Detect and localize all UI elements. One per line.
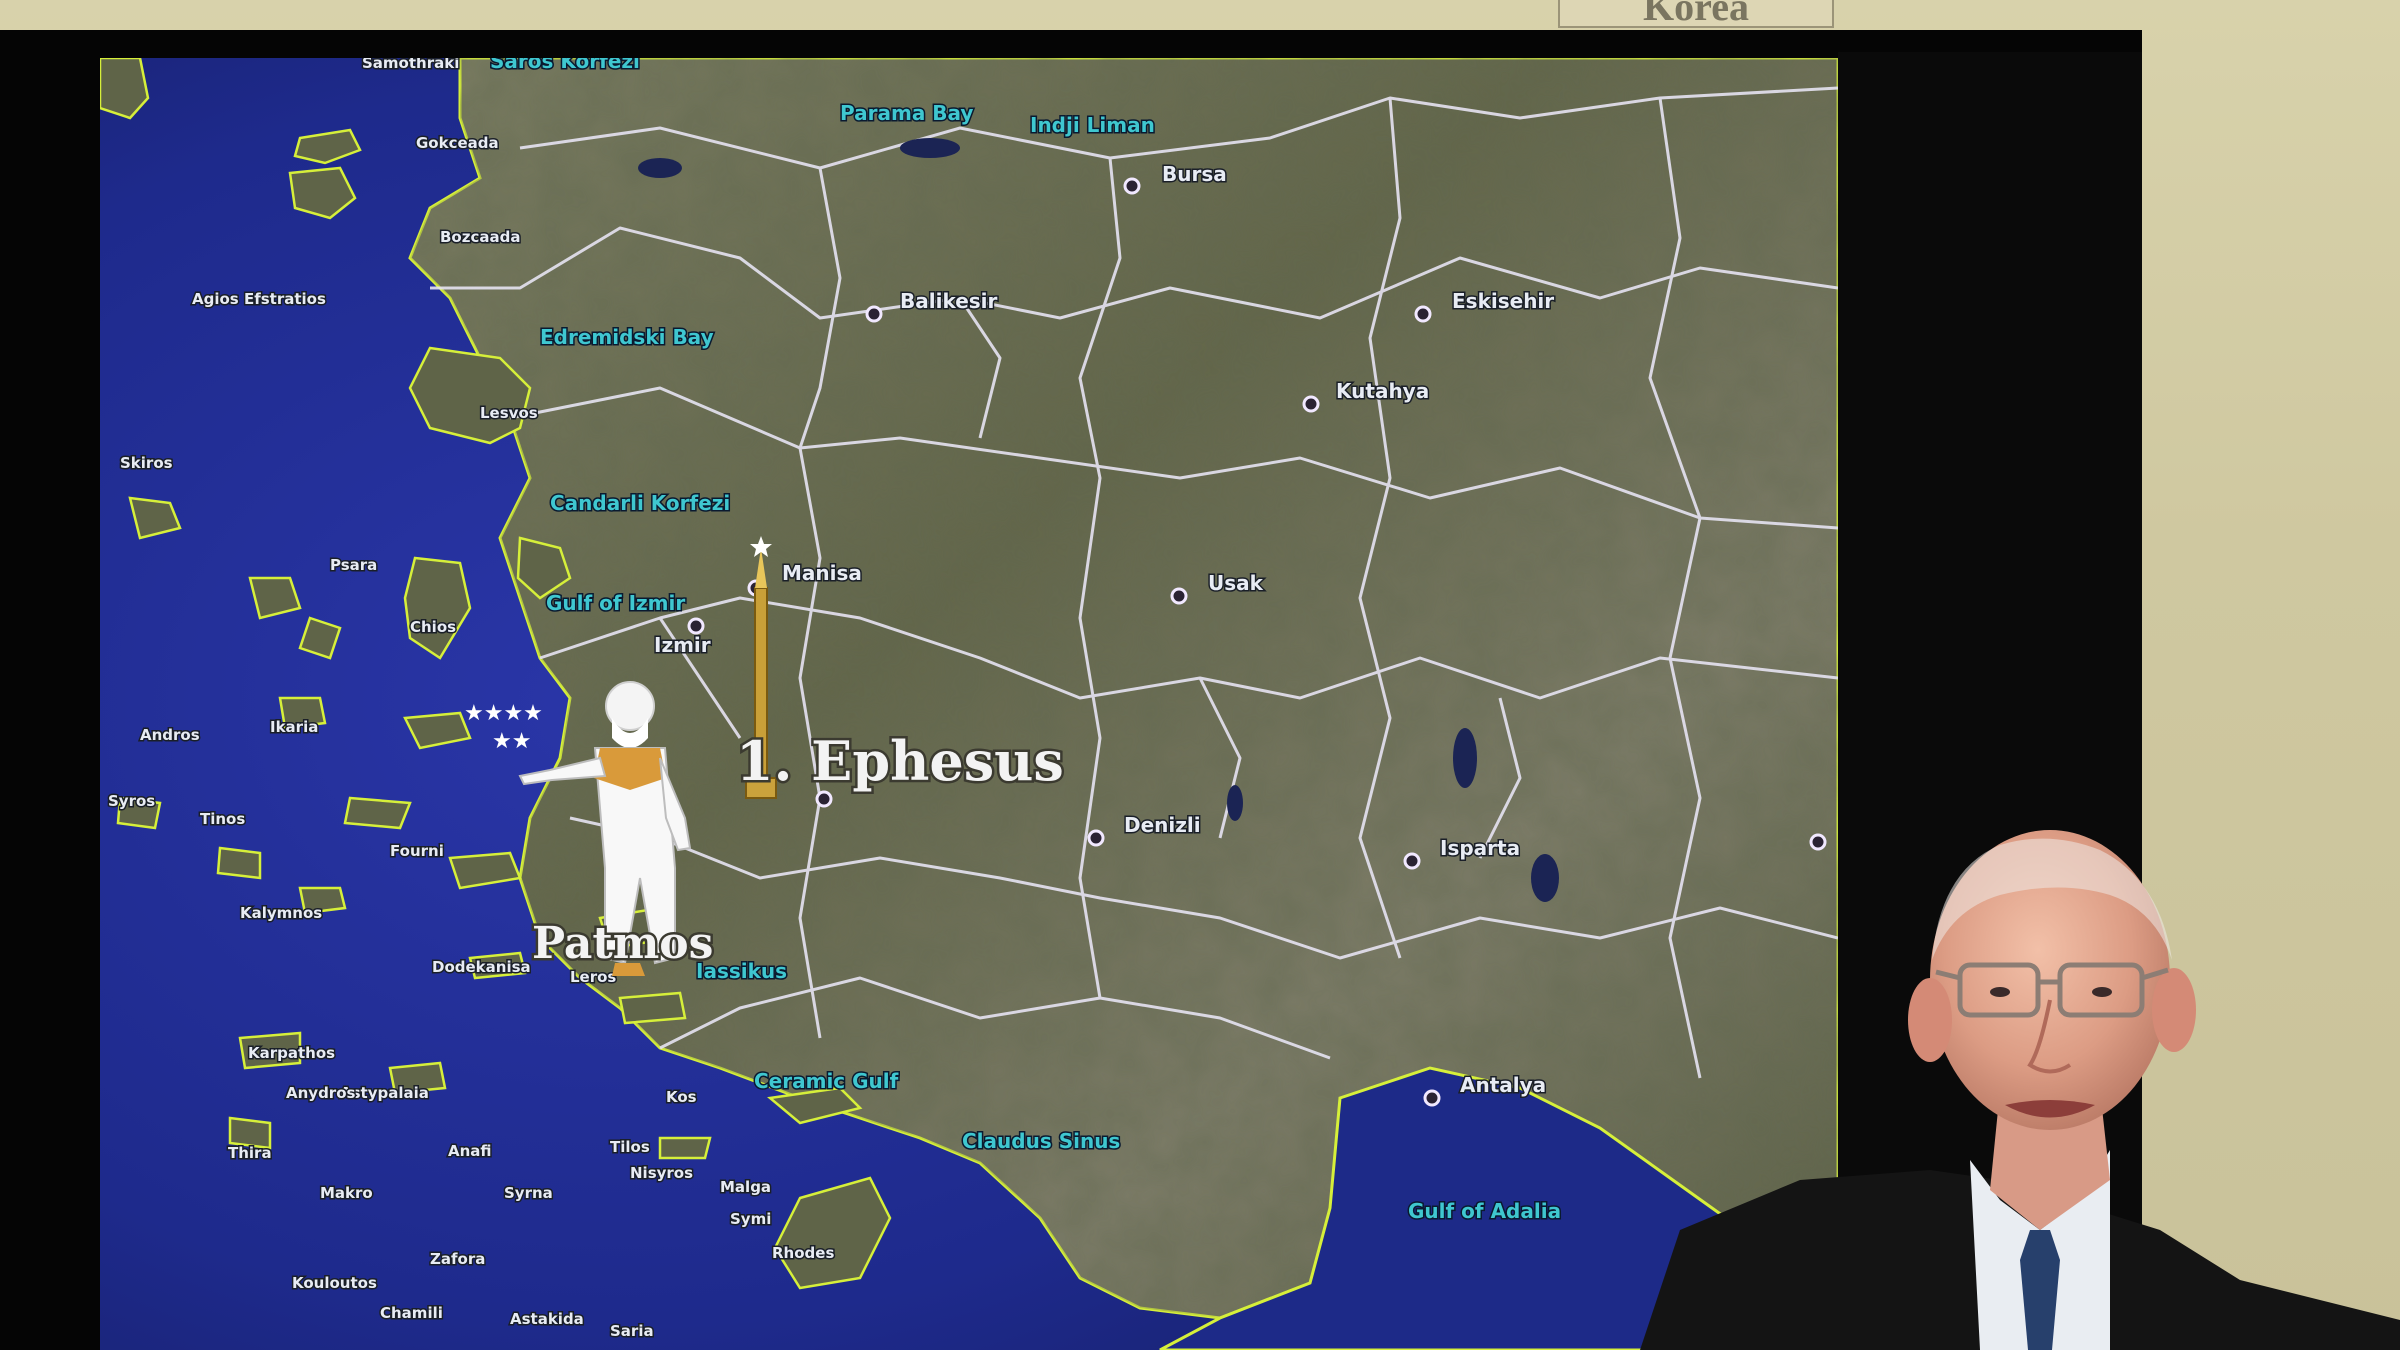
city-label: Bursa	[1162, 162, 1227, 186]
wall-sign: Korea	[1558, 0, 1834, 28]
island-label: Tinos	[200, 810, 245, 828]
island-label: Skiros	[120, 454, 173, 472]
island-label: Lesvos	[480, 404, 538, 422]
water-label: Gulf of Izmir	[546, 591, 685, 615]
island-label: Tilos	[610, 1138, 650, 1156]
city-label: Manisa	[782, 561, 862, 585]
city-label: Izmir	[654, 633, 711, 657]
city-marker	[1302, 395, 1320, 413]
star-icon: ★★	[492, 729, 531, 754]
island-label: Nisyros	[630, 1164, 693, 1182]
patmos-label: Patmos	[532, 918, 713, 969]
water-label: Saros Korfezi	[490, 58, 640, 73]
island-label: Symi	[730, 1210, 771, 1228]
island-label: Andros	[140, 726, 200, 744]
island-label: Chios	[410, 618, 456, 636]
city-label: Balikesir	[900, 289, 998, 313]
island-label: Thira	[228, 1144, 272, 1162]
island-label: Astakida	[510, 1310, 584, 1328]
city-label: Eskisehir	[1452, 289, 1554, 313]
city-label: Denizli	[1124, 813, 1201, 837]
island-label: Zafora	[430, 1250, 485, 1268]
island-label: Anafi	[448, 1142, 492, 1160]
water-label: Claudus Sinus	[962, 1129, 1120, 1153]
satellite-map: Bursa Balikesir Eskisehir Kutahya Manisa…	[100, 58, 1838, 1350]
island-label: Syros	[108, 792, 155, 810]
island-label: Ikaria	[270, 718, 318, 736]
island-label: Chamili	[380, 1304, 443, 1322]
highlight-label-ephesus: 1. Ephesus	[736, 729, 1064, 793]
island-label: Dodekanisa	[432, 958, 531, 976]
island-label: Kalymnos	[240, 904, 322, 922]
water-label: Candarli Korfezi	[550, 491, 730, 515]
city-marker	[815, 790, 833, 808]
city-label: Usak	[1208, 571, 1264, 595]
water-label: Parama Bay	[840, 101, 973, 125]
city-label: Isparta	[1440, 836, 1520, 860]
water-label: Gulf of Adalia	[1408, 1199, 1561, 1223]
island-label: Karpathos	[248, 1044, 335, 1062]
island-label: Makro	[320, 1184, 373, 1202]
island-label: Leros	[570, 968, 616, 986]
city-marker	[1423, 1089, 1441, 1107]
city-label: Kutahya	[1336, 379, 1429, 403]
water-label: Indji Liman	[1030, 113, 1155, 137]
island-label: Fourni	[390, 842, 444, 860]
island-label: Rhodes	[772, 1244, 834, 1262]
city-marker	[687, 617, 705, 635]
island-label: Anydros	[286, 1084, 356, 1102]
city-marker	[1414, 305, 1432, 323]
island-label: Kouloutos	[292, 1274, 377, 1292]
presenter-video	[1640, 830, 2400, 1350]
island-label: Psara	[330, 556, 377, 574]
water-label: Edremidski Bay	[540, 325, 714, 349]
island-label: Gokceada	[416, 134, 499, 152]
island-label: Bozcaada	[440, 228, 520, 246]
city-marker	[865, 305, 883, 323]
island-label: Agios Efstratios	[192, 290, 326, 308]
star-icon: ★★★★	[464, 701, 543, 726]
island-label: Saria	[610, 1322, 654, 1340]
city-marker	[1403, 852, 1421, 870]
island-label: Syrna	[504, 1184, 553, 1202]
city-marker	[1170, 587, 1188, 605]
city-marker	[1123, 177, 1141, 195]
water-label: Ceramic Gulf	[754, 1069, 899, 1093]
city-marker	[1087, 829, 1105, 847]
island-label: Samothraki	[362, 58, 459, 72]
city-label: Antalya	[1460, 1073, 1546, 1097]
island-label: Kos	[666, 1088, 697, 1106]
island-label: Malga	[720, 1178, 771, 1196]
